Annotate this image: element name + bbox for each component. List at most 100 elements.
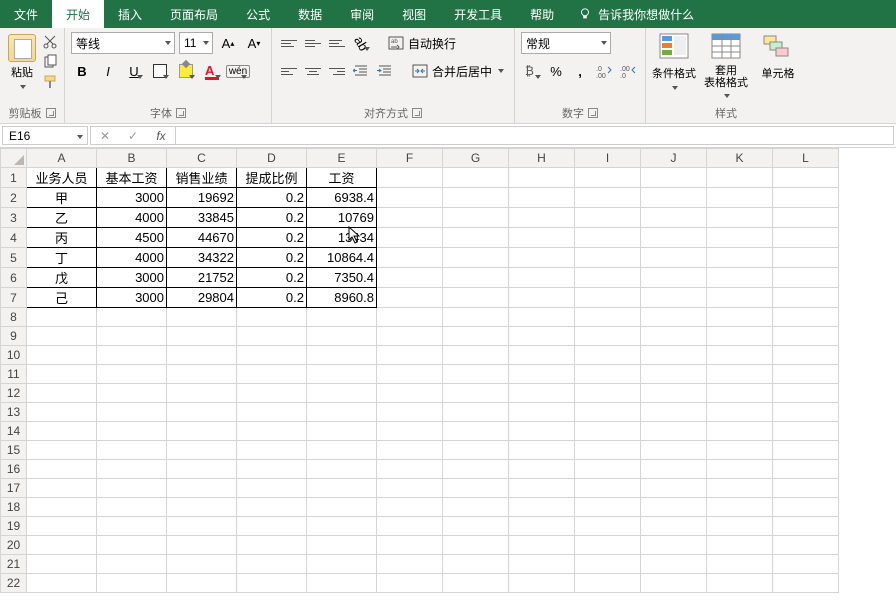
cell-K8[interactable] [707,308,773,327]
cell-I4[interactable] [575,228,641,248]
row-header-22[interactable]: 22 [1,574,27,593]
cell-F9[interactable] [377,327,443,346]
cell-J13[interactable] [641,403,707,422]
cell-F3[interactable] [377,208,443,228]
cell-J20[interactable] [641,536,707,555]
cell-F1[interactable] [377,168,443,188]
cell-E16[interactable] [307,460,377,479]
cell-B15[interactable] [97,441,167,460]
cell-D8[interactable] [237,308,307,327]
cell-J16[interactable] [641,460,707,479]
cell-D2[interactable]: 0.2 [237,188,307,208]
cell-E13[interactable] [307,403,377,422]
cell-A10[interactable] [27,346,97,365]
cell-I16[interactable] [575,460,641,479]
cell-A6[interactable]: 戊 [27,268,97,288]
row-header-19[interactable]: 19 [1,517,27,536]
cell-H11[interactable] [509,365,575,384]
cell-F12[interactable] [377,384,443,403]
font-color-button[interactable]: A [201,60,223,82]
merge-center-button[interactable]: 合并后居中 [408,61,508,82]
row-header-4[interactable]: 4 [1,228,27,248]
cell-B5[interactable]: 4000 [97,248,167,268]
cell-C8[interactable] [167,308,237,327]
cell-L14[interactable] [773,422,839,441]
cell-E1[interactable]: 工资 [307,168,377,188]
cell-L7[interactable] [773,288,839,308]
comma-button[interactable]: , [569,60,591,82]
cell-H15[interactable] [509,441,575,460]
column-header-C[interactable]: C [167,149,237,168]
cell-I18[interactable] [575,498,641,517]
cell-B3[interactable]: 4000 [97,208,167,228]
cell-K5[interactable] [707,248,773,268]
cell-B22[interactable] [97,574,167,593]
cell-G3[interactable] [443,208,509,228]
cell-J15[interactable] [641,441,707,460]
row-header-7[interactable]: 7 [1,288,27,308]
cell-H21[interactable] [509,555,575,574]
row-header-21[interactable]: 21 [1,555,27,574]
tab-developer[interactable]: 开发工具 [440,0,516,28]
cell-B12[interactable] [97,384,167,403]
cell-H10[interactable] [509,346,575,365]
cell-D6[interactable]: 0.2 [237,268,307,288]
cell-H7[interactable] [509,288,575,308]
row-header-5[interactable]: 5 [1,248,27,268]
cell-B10[interactable] [97,346,167,365]
tab-formulas[interactable]: 公式 [232,0,284,28]
cell-K15[interactable] [707,441,773,460]
cell-F22[interactable] [377,574,443,593]
cell-K6[interactable] [707,268,773,288]
cell-B1[interactable]: 基本工资 [97,168,167,188]
cell-K7[interactable] [707,288,773,308]
cell-H6[interactable] [509,268,575,288]
cell-G13[interactable] [443,403,509,422]
worksheet[interactable]: ABCDEFGHIJKL1业务人员基本工资销售业绩提成比例工资2甲3000196… [0,148,896,611]
cell-E10[interactable] [307,346,377,365]
cell-F13[interactable] [377,403,443,422]
cell-C12[interactable] [167,384,237,403]
format-as-table-button[interactable]: 套用 表格格式 [704,32,748,101]
row-header-14[interactable]: 14 [1,422,27,441]
cell-D1[interactable]: 提成比例 [237,168,307,188]
cell-G14[interactable] [443,422,509,441]
cell-E4[interactable]: 13434 [307,228,377,248]
cell-F20[interactable] [377,536,443,555]
cell-B6[interactable]: 3000 [97,268,167,288]
cell-B14[interactable] [97,422,167,441]
cell-C9[interactable] [167,327,237,346]
cell-I13[interactable] [575,403,641,422]
cell-J9[interactable] [641,327,707,346]
cell-D12[interactable] [237,384,307,403]
number-dialog-launcher[interactable] [588,108,598,118]
number-format-combo[interactable]: 常规 [521,32,611,54]
cell-B13[interactable] [97,403,167,422]
cell-J8[interactable] [641,308,707,327]
cell-D4[interactable]: 0.2 [237,228,307,248]
cell-D21[interactable] [237,555,307,574]
cell-H13[interactable] [509,403,575,422]
cell-H12[interactable] [509,384,575,403]
cell-L22[interactable] [773,574,839,593]
cell-K18[interactable] [707,498,773,517]
cell-G5[interactable] [443,248,509,268]
cell-A3[interactable]: 乙 [27,208,97,228]
cell-H1[interactable] [509,168,575,188]
column-header-H[interactable]: H [509,149,575,168]
cell-B4[interactable]: 4500 [97,228,167,248]
cell-C1[interactable]: 销售业绩 [167,168,237,188]
cell-H14[interactable] [509,422,575,441]
cell-D18[interactable] [237,498,307,517]
font-size-combo[interactable]: 11 [179,32,213,54]
cell-G4[interactable] [443,228,509,248]
cell-F17[interactable] [377,479,443,498]
cell-J10[interactable] [641,346,707,365]
cell-D9[interactable] [237,327,307,346]
cell-G6[interactable] [443,268,509,288]
cell-D13[interactable] [237,403,307,422]
cell-J1[interactable] [641,168,707,188]
cell-I21[interactable] [575,555,641,574]
cell-I22[interactable] [575,574,641,593]
align-top-button[interactable] [278,32,300,54]
